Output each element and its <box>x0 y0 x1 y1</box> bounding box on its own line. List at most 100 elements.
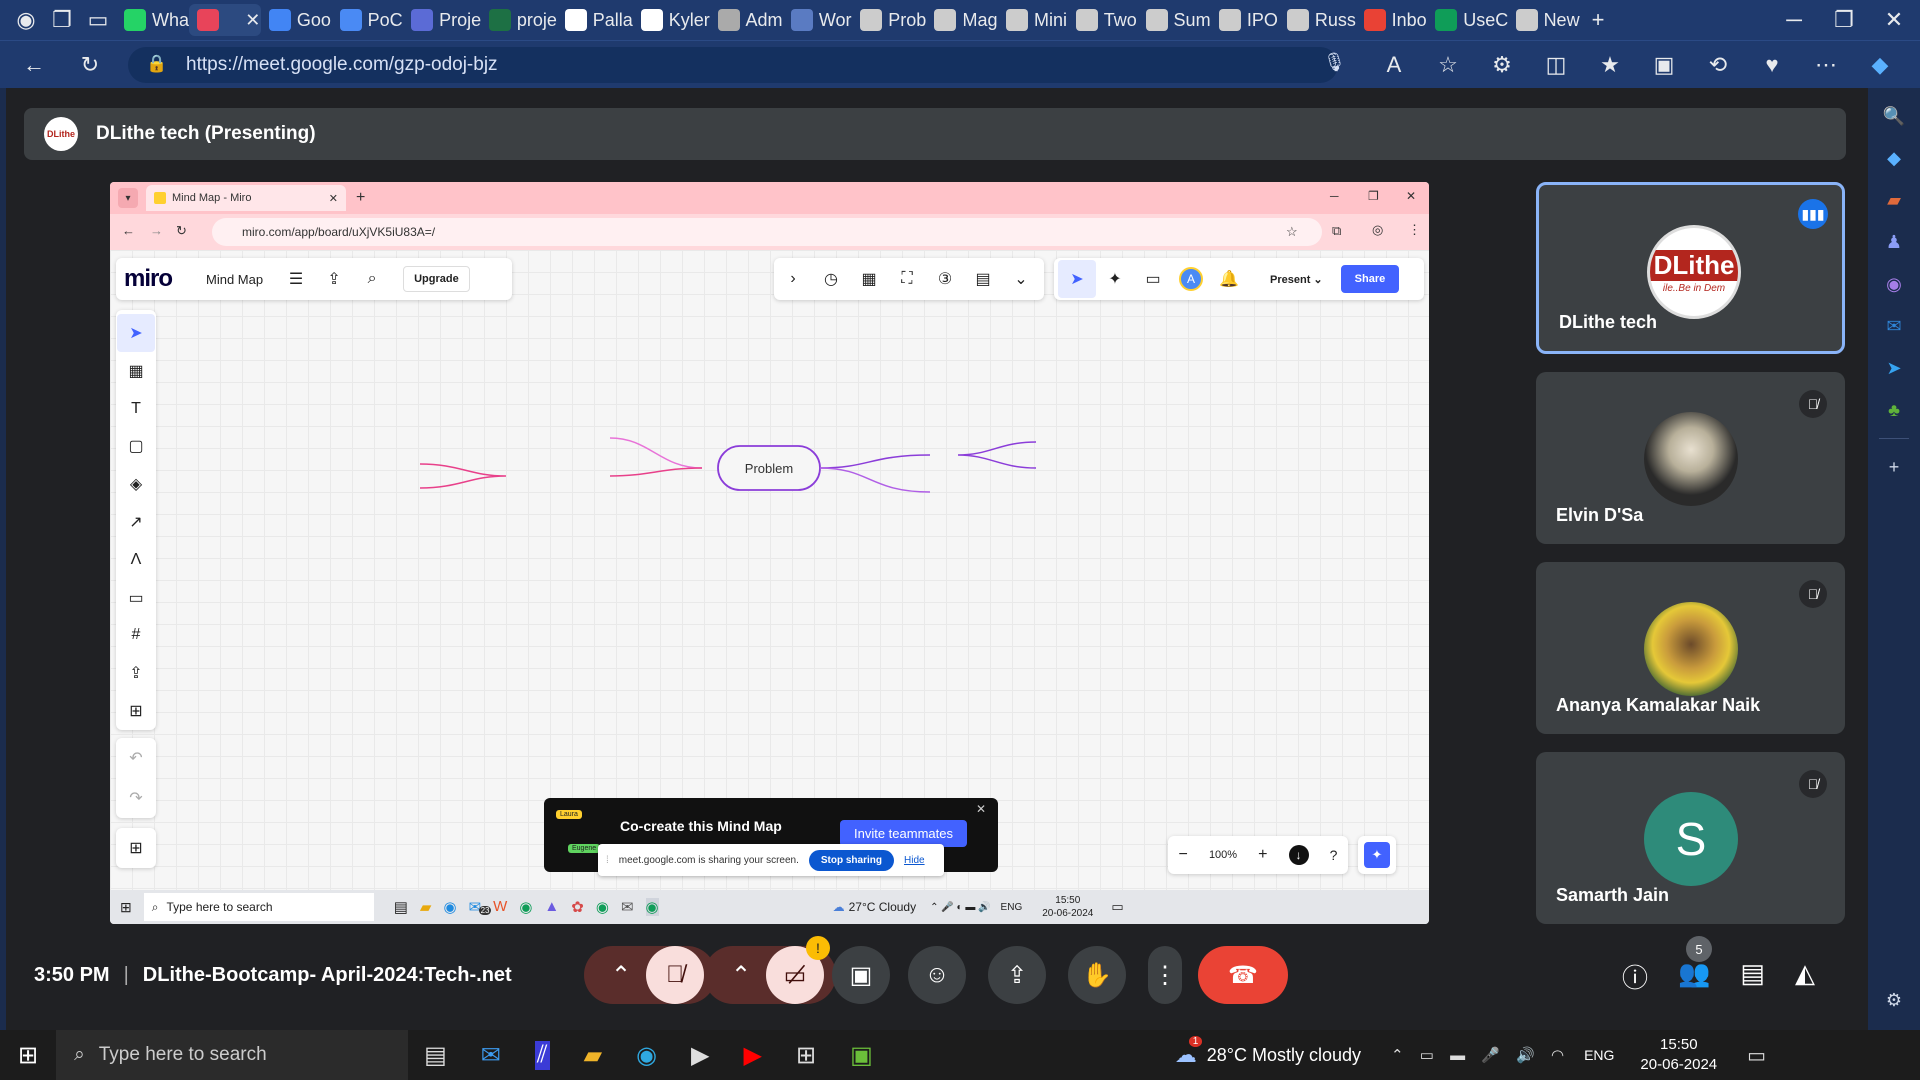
problem-node-label[interactable]: Problem <box>718 446 820 490</box>
favorites-icon[interactable]: ★ <box>1592 47 1628 83</box>
participant-tile[interactable]: 🎙̸ Ananya Kamalakar Naik <box>1536 562 1845 734</box>
forward-icon[interactable]: → <box>150 223 163 238</box>
mail-icon[interactable]: ✉ <box>481 1041 501 1070</box>
tools-icon[interactable]: ▰ <box>1880 186 1908 214</box>
games-icon[interactable]: ♟ <box>1880 228 1908 256</box>
start-icon[interactable]: ⊞ <box>120 899 132 916</box>
ai-sparkle-icon[interactable]: ✦ <box>1364 842 1390 868</box>
mail-app-icon[interactable]: ✉ <box>621 898 634 916</box>
browser-tab[interactable]: New <box>1508 4 1580 36</box>
file-explorer-icon[interactable]: ▰ <box>584 1041 602 1070</box>
split-screen-icon[interactable]: ◫ <box>1538 47 1574 83</box>
edge-icon[interactable]: ◉ <box>636 1041 657 1070</box>
tray-icons[interactable]: ⌃ 🎤 ◐ ▬ 🔊 <box>930 902 990 913</box>
app-icon[interactable]: ▣ <box>850 1041 873 1070</box>
participant-tile[interactable]: 🎙̸ Elvin D'Sa <box>1536 372 1845 544</box>
emoji-button[interactable]: ☺ <box>908 946 966 1004</box>
chat-icon[interactable]: ▤ <box>1740 958 1765 995</box>
tab-actions-icon[interactable]: ▭ <box>80 2 116 38</box>
video-options-chevron-icon[interactable]: ⌃ <box>716 961 766 990</box>
hide-link[interactable]: Hide <box>904 855 925 866</box>
windows-search-box[interactable]: ⌕ Type here to search <box>56 1030 409 1080</box>
send-icon[interactable]: ➤ <box>1880 354 1908 382</box>
app-icon[interactable]: ✿ <box>571 898 584 916</box>
taskbar-clock[interactable]: 15:50 20-06-2024 <box>1042 894 1093 920</box>
raise-hand-button[interactable]: ✋ <box>1068 946 1126 1004</box>
favorite-star-icon[interactable]: ☆ <box>1430 47 1466 83</box>
url-field[interactable]: 🔒 https://meet.google.com/gzp-odoj-bjz 🎙 <box>128 47 1346 83</box>
youtube-icon[interactable]: ▶ <box>744 1041 762 1070</box>
invite-teammates-button[interactable]: Invite teammates <box>840 820 967 847</box>
media-player-icon[interactable]: ▶ <box>691 1041 709 1070</box>
shared-tab[interactable]: Mind Map - Miro ✕ <box>146 185 346 211</box>
present-screen-button[interactable]: ⇪ <box>988 946 1046 1004</box>
windows-clock[interactable]: 15:50 20-06-2024 <box>1640 1035 1717 1075</box>
chrome-icon[interactable]: ◉ <box>519 898 532 916</box>
refresh-icon[interactable]: ↻ <box>72 47 108 83</box>
outlook-icon[interactable]: ✉ <box>1880 312 1908 340</box>
drag-handle-icon[interactable]: ⁞ <box>606 855 609 866</box>
zoom-level[interactable]: 100% <box>1209 849 1237 861</box>
wps-icon[interactable]: W <box>493 898 507 916</box>
visual-studio-icon[interactable]: ⫽ <box>534 1040 550 1070</box>
new-tab-icon[interactable]: + <box>356 189 365 207</box>
back-icon[interactable]: ← <box>16 47 52 83</box>
more-options-button[interactable]: ⋮ <box>1148 946 1182 1004</box>
add-sidebar-app-icon[interactable]: + <box>1880 453 1908 481</box>
workspaces-icon[interactable]: ❐ <box>44 2 80 38</box>
profile-icon[interactable]: ◎ <box>1372 222 1383 238</box>
tree-icon[interactable]: ♣ <box>1880 396 1908 424</box>
chrome-profile-icon[interactable]: ◉ <box>596 898 609 916</box>
taskbar-weather[interactable]: 27°C Cloudy <box>849 900 917 914</box>
max-icon[interactable]: ❐ <box>1368 189 1379 203</box>
mail-icon[interactable]: ✉ 23 <box>469 898 492 916</box>
fit-icon[interactable]: ↓ <box>1288 845 1309 865</box>
mic-off-icon[interactable]: 🎙̸ <box>646 946 704 1004</box>
browser-tab[interactable]: UseC <box>1427 4 1508 36</box>
audio-options-chevron-icon[interactable]: ⌃ <box>596 961 646 990</box>
browser-tab[interactable]: Sum <box>1138 4 1211 36</box>
zoom-in-icon[interactable]: + <box>1258 846 1267 864</box>
browser-tab[interactable]: proje <box>481 4 557 36</box>
taskbar-search-box[interactable]: ⌕ Type here to search <box>143 893 374 921</box>
shared-url-field[interactable]: miro.com/app/board/uXjVK5iU83A=/ ☆ <box>212 218 1322 246</box>
browser-tab[interactable]: Wha <box>116 4 189 36</box>
participant-tile[interactable]: DLithe ile..Be in Dem ▮▮▮ DLithe tech <box>1536 182 1845 354</box>
collections-icon[interactable]: ▣ <box>1646 47 1682 83</box>
browser-tab[interactable]: Prob <box>852 4 926 36</box>
participant-tile[interactable]: S 🎙̸ Samarth Jain <box>1536 752 1845 924</box>
meeting-details-icon[interactable]: ⓘ <box>1622 958 1648 995</box>
new-tab-button[interactable]: + <box>1580 2 1616 38</box>
reload-icon[interactable]: ↻ <box>176 223 187 239</box>
camera-off-icon[interactable]: ▭̸! <box>766 936 830 1004</box>
extensions-icon[interactable]: ⚙ <box>1484 47 1520 83</box>
browser-tab[interactable]: Wor <box>783 4 852 36</box>
store-icon[interactable]: ⊞ <box>796 1041 816 1070</box>
browser-tab[interactable]: Inbo <box>1356 4 1428 36</box>
shopping-tag-icon[interactable]: ◆ <box>1880 144 1908 172</box>
windows-lang[interactable]: ENG <box>1584 1047 1614 1063</box>
read-aloud-icon[interactable]: A <box>1376 47 1412 83</box>
activities-icon[interactable]: ◭ <box>1795 958 1815 995</box>
close-tab-icon[interactable]: ✕ <box>245 10 260 31</box>
browser-tab[interactable]: Palla <box>557 4 633 36</box>
help-icon[interactable]: ? <box>1330 847 1338 863</box>
search-icon[interactable]: 🔍 <box>1880 102 1908 130</box>
browser-tab[interactable]: Two <box>1068 4 1138 36</box>
task-view-icon[interactable]: ▤ <box>394 898 408 916</box>
close-window-button[interactable]: ✕ <box>1876 2 1912 38</box>
zoom-out-icon[interactable]: − <box>1179 846 1188 864</box>
captions-button[interactable]: ▣ <box>832 946 890 1004</box>
close-icon[interactable]: ✕ <box>1406 189 1416 203</box>
menu-icon[interactable]: ⋮ <box>1408 222 1421 238</box>
tab-list-icon[interactable]: ▾ <box>118 188 138 208</box>
notification-icon[interactable]: ▭ <box>1111 899 1123 915</box>
people-icon[interactable]: 👥 5 <box>1678 936 1713 995</box>
browser-tab[interactable]: Goo <box>261 4 332 36</box>
windows-start-icon[interactable]: ⊞ <box>18 1041 38 1070</box>
chrome-active-icon[interactable]: ◉ <box>645 898 659 916</box>
bookmark-star-icon[interactable]: ☆ <box>1286 224 1298 240</box>
minimize-button[interactable]: ─ <box>1776 2 1812 38</box>
settings-gear-icon[interactable]: ⚙ <box>1880 986 1908 1014</box>
miro-canvas[interactable]: miro Mind Map ☰ ⇪ ⌕ Upgrade › ◷ ▦ ⛶ ③ ▤ … <box>110 250 1429 890</box>
